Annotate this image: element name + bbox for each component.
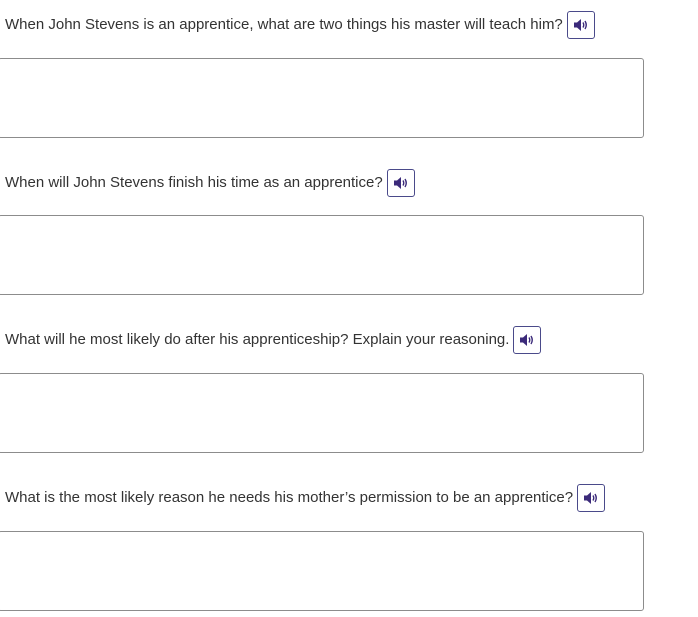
- question-2-audio-button[interactable]: [386, 169, 415, 197]
- speaker-icon: [584, 492, 598, 504]
- question-2-line: When will John Stevens finish his time a…: [5, 168, 415, 198]
- question-1-text: When John Stevens is an apprentice, what…: [5, 16, 563, 33]
- question-1-audio-button[interactable]: [566, 11, 595, 39]
- question-3-line: What will he most likely do after his ap…: [5, 325, 542, 355]
- speaker-icon: [393, 177, 407, 189]
- question-3-audio-button[interactable]: [513, 326, 542, 354]
- question-4-text: What is the most likely reason he needs …: [5, 489, 574, 506]
- question-1-line: When John Stevens is an apprentice, what…: [5, 10, 595, 40]
- question-2-answer-field[interactable]: [0, 216, 643, 294]
- question-4-answer-box[interactable]: [0, 531, 644, 611]
- question-4-answer-field[interactable]: [0, 532, 643, 610]
- speaker-icon: [573, 19, 587, 31]
- question-2-text: When will John Stevens finish his time a…: [5, 174, 383, 191]
- question-3-answer-field[interactable]: [0, 374, 643, 452]
- question-2-answer-box[interactable]: [0, 215, 644, 295]
- question-1-answer-box[interactable]: [0, 58, 644, 138]
- question-4-line: What is the most likely reason he needs …: [5, 483, 606, 513]
- question-1-answer-field[interactable]: [0, 59, 643, 137]
- question-4-audio-button[interactable]: [577, 484, 606, 512]
- question-3-answer-box[interactable]: [0, 373, 644, 453]
- question-3-text: What will he most likely do after his ap…: [5, 331, 510, 348]
- speaker-icon: [520, 334, 534, 346]
